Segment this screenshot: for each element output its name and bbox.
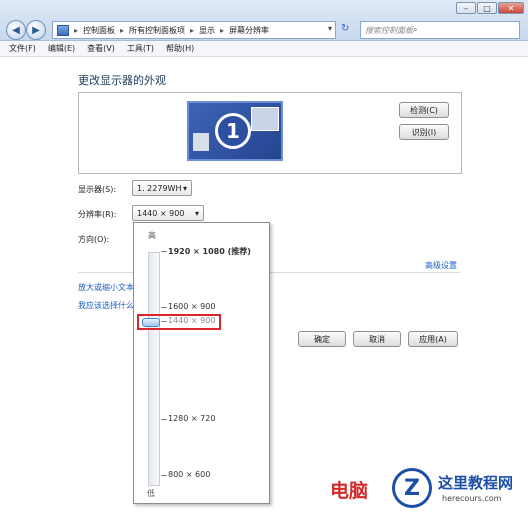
breadcrumb-separator-icon: ▸: [220, 25, 225, 35]
apply-button[interactable]: 应用(A): [408, 331, 458, 347]
watermark-text: 电脑: [330, 480, 369, 502]
window-preview-icon: [193, 133, 209, 151]
menu-tools[interactable]: 工具(T): [127, 43, 154, 54]
breadcrumb-item[interactable]: 屏幕分辨率: [229, 25, 269, 36]
menu-edit[interactable]: 编辑(E): [48, 43, 75, 54]
slider-tick: [161, 307, 167, 308]
address-bar[interactable]: ▸ 控制面板 ▸ 所有控制面板项 ▸ 显示 ▸ 屏幕分辨率: [52, 21, 336, 39]
display-value: 1. 2279WH: [137, 183, 182, 193]
watermark-logo-icon: Z: [392, 468, 432, 508]
watermark-url: herecours.com: [442, 494, 502, 503]
resolution-option[interactable]: 1600 × 900: [168, 302, 215, 311]
watermark-title: 这里教程网: [438, 474, 514, 492]
search-input[interactable]: 搜索控制面板 ⌕: [360, 21, 520, 39]
text-size-link[interactable]: 放大或缩小文本: [78, 282, 133, 293]
breadcrumb-item[interactable]: 控制面板: [83, 25, 115, 36]
watermark: 电脑 Z 这里教程网 herecours.com: [330, 466, 528, 512]
breadcrumb-separator-icon: ▸: [120, 25, 125, 35]
advanced-settings-link[interactable]: 高级设置: [425, 260, 457, 271]
resolution-option[interactable]: 1280 × 720: [168, 414, 215, 423]
low-label: 低: [147, 489, 155, 498]
menu-help[interactable]: 帮助(H): [166, 43, 194, 54]
menu-file[interactable]: 文件(F): [9, 43, 36, 54]
menu-view[interactable]: 查看(V): [87, 43, 115, 54]
resolution-label: 分辨率(R):: [78, 210, 117, 219]
forward-button[interactable]: ▶: [26, 20, 46, 40]
slider-tick: [161, 251, 167, 252]
cancel-button[interactable]: 取消: [353, 331, 401, 347]
slider-tick: [161, 475, 167, 476]
search-icon[interactable]: ⌕: [413, 25, 417, 35]
slider-tick: [161, 419, 167, 420]
resolution-value: 1440 × 900: [137, 208, 185, 218]
resolution-option[interactable]: 800 × 600: [168, 470, 210, 479]
resolution-slider-track[interactable]: [148, 252, 160, 486]
orientation-label: 方向(O):: [78, 235, 110, 244]
minimize-button[interactable]: –: [456, 2, 476, 14]
monitor-thumbnail[interactable]: 1: [187, 101, 283, 161]
control-panel-icon: [57, 24, 69, 36]
breadcrumb-item[interactable]: 显示: [199, 25, 215, 36]
chevron-down-icon: ▾: [182, 183, 187, 193]
menu-bar: 文件(F) 编辑(E) 查看(V) 工具(T) 帮助(H): [0, 41, 528, 57]
breadcrumb-separator-icon: ▸: [190, 25, 195, 35]
back-button[interactable]: ◀: [6, 20, 26, 40]
chevron-down-icon: ▾: [194, 208, 199, 218]
refresh-icon[interactable]: ↻: [341, 23, 349, 34]
identify-button[interactable]: 识别(I): [399, 124, 449, 140]
maximize-button[interactable]: □: [477, 2, 497, 14]
ok-button[interactable]: 确定: [298, 331, 346, 347]
highlight-box: [137, 314, 221, 330]
display-select[interactable]: 1. 2279WH ▾: [132, 180, 192, 196]
page-title: 更改显示器的外观: [78, 74, 166, 87]
detect-button[interactable]: 检测(C): [399, 102, 449, 118]
breadcrumb-item[interactable]: 所有控制面板项: [129, 25, 185, 36]
resolution-select[interactable]: 1440 × 900 ▾: [132, 205, 204, 221]
breadcrumb-separator-icon: ▸: [74, 25, 79, 35]
monitor-number-badge: 1: [215, 113, 251, 149]
display-label: 显示器(S):: [78, 185, 117, 194]
resolution-option[interactable]: 1920 × 1080 (推荐): [168, 246, 251, 257]
which-setting-link[interactable]: 我应该选择什么: [78, 300, 133, 311]
high-label: 高: [148, 231, 156, 240]
window-preview-icon: [251, 107, 279, 131]
search-placeholder: 搜索控制面板: [365, 25, 413, 35]
close-button[interactable]: ✕: [498, 2, 524, 14]
address-dropdown-icon[interactable]: ▾: [328, 24, 332, 33]
